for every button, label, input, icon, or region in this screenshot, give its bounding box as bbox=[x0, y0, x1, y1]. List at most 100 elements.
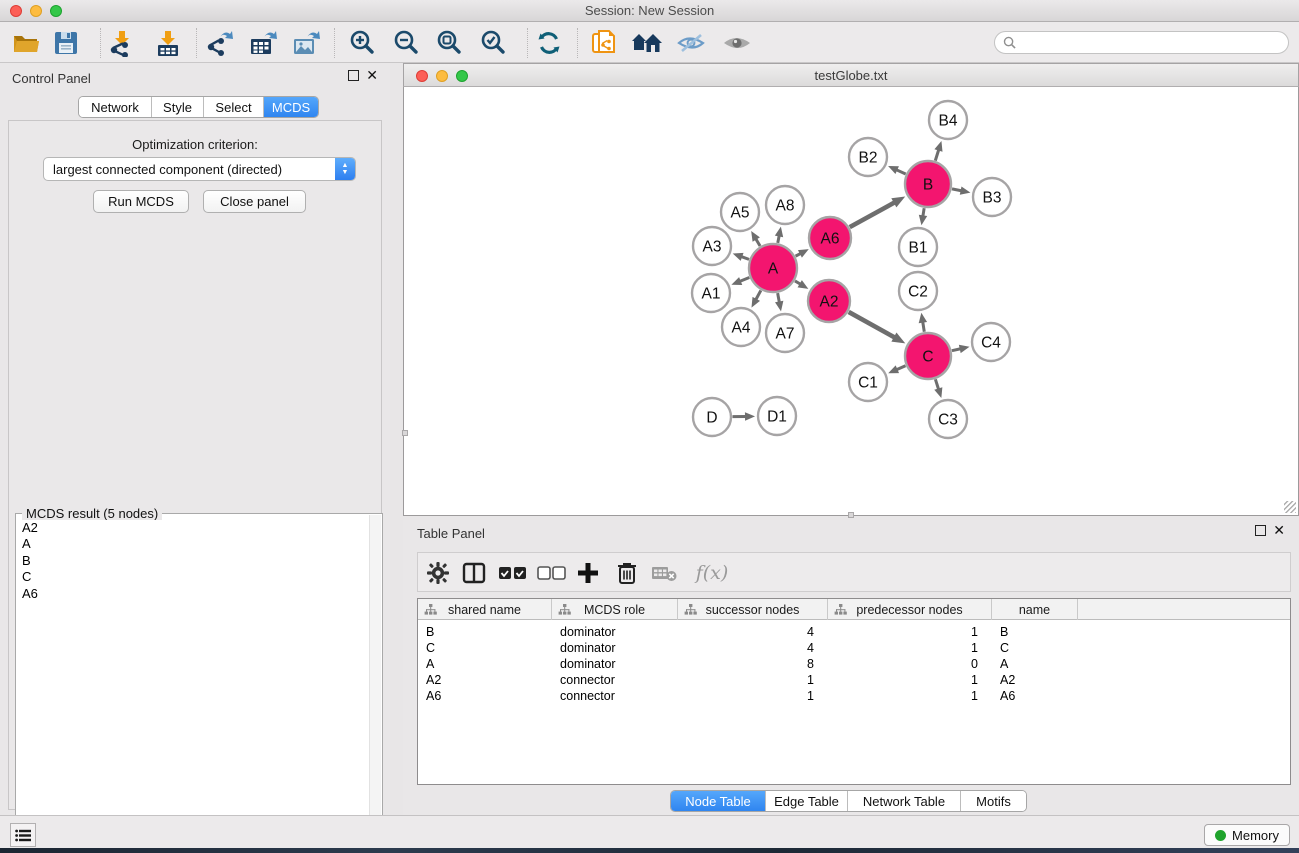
cell-successor-nodes: 8 bbox=[678, 656, 828, 672]
graph-node-A7[interactable]: A7 bbox=[766, 314, 804, 352]
close-panel-icon[interactable]: ✕ bbox=[366, 70, 378, 81]
select-all-icon[interactable] bbox=[497, 558, 529, 588]
delete-table-icon[interactable] bbox=[648, 558, 680, 588]
import-table-icon[interactable] bbox=[152, 28, 184, 58]
run-mcds-button[interactable]: Run MCDS bbox=[93, 190, 189, 213]
tab-network[interactable]: Network bbox=[79, 97, 152, 117]
function-builder-icon[interactable]: f(x) bbox=[690, 558, 734, 588]
graph-node-C3[interactable]: C3 bbox=[929, 400, 967, 438]
export-image-icon[interactable] bbox=[290, 28, 322, 58]
task-history-button[interactable] bbox=[10, 823, 36, 847]
graph-node-A5[interactable]: A5 bbox=[721, 193, 759, 231]
optimization-criterion-label: Optimization criterion: bbox=[9, 137, 381, 152]
tab-style[interactable]: Style bbox=[152, 97, 204, 117]
show-columns-icon[interactable] bbox=[458, 558, 490, 588]
result-item[interactable]: C bbox=[17, 569, 369, 585]
graph-node-A6[interactable]: A6 bbox=[809, 217, 851, 259]
node-table[interactable]: shared name MCDS role successor nodes pr… bbox=[417, 598, 1291, 785]
network-graph[interactable]: A A1 A2 A3 A4 A5 A6 A7 A8 B B1 B2 B3 B4 C C1 C2 C3 C4 D D1 bbox=[404, 87, 1298, 514]
column-header-predecessor-nodes[interactable]: predecessor nodes bbox=[828, 599, 992, 620]
window-edge-handle[interactable] bbox=[402, 430, 408, 436]
tab-node-table[interactable]: Node Table bbox=[671, 791, 766, 811]
toolbar-separator bbox=[196, 28, 197, 58]
zoom-out-icon[interactable] bbox=[390, 28, 422, 58]
add-row-icon[interactable] bbox=[572, 558, 604, 588]
graph-node-A1[interactable]: A1 bbox=[692, 274, 730, 312]
toolbar-separator bbox=[100, 28, 101, 58]
graph-node-D1[interactable]: D1 bbox=[758, 397, 796, 435]
float-panel-icon[interactable] bbox=[1255, 525, 1266, 536]
hide-selected-icon[interactable] bbox=[675, 28, 707, 58]
mcds-result-list[interactable]: A2 A B C A6 bbox=[17, 520, 369, 853]
open-session-icon[interactable] bbox=[10, 28, 42, 58]
graph-node-B2[interactable]: B2 bbox=[849, 138, 887, 176]
column-header-successor-nodes[interactable]: successor nodes bbox=[678, 599, 828, 620]
deselect-all-icon[interactable] bbox=[536, 558, 568, 588]
graph-node-A[interactable]: A bbox=[749, 244, 797, 292]
result-item[interactable]: A6 bbox=[17, 586, 369, 602]
table-row[interactable]: A dominator 8 0 A bbox=[418, 656, 1290, 672]
zoom-fit-icon[interactable] bbox=[433, 28, 465, 58]
clone-network-icon[interactable] bbox=[589, 28, 621, 58]
column-label: predecessor nodes bbox=[856, 603, 962, 617]
graph-node-A8[interactable]: A8 bbox=[766, 186, 804, 224]
import-network-icon[interactable] bbox=[106, 28, 138, 58]
result-item[interactable]: A bbox=[17, 536, 369, 552]
tab-network-table[interactable]: Network Table bbox=[848, 791, 961, 811]
search-input[interactable] bbox=[1021, 36, 1288, 50]
graph-node-B4[interactable]: B4 bbox=[929, 101, 967, 139]
graph-edge-A2-C[interactable] bbox=[849, 312, 896, 338]
network-canvas[interactable]: A A1 A2 A3 A4 A5 A6 A7 A8 B B1 B2 B3 B4 C C1 C2 C3 C4 D D1 bbox=[403, 87, 1299, 516]
graph-node-C4[interactable]: C4 bbox=[972, 323, 1010, 361]
table-row[interactable]: B dominator 4 1 B bbox=[418, 624, 1290, 640]
export-network-icon[interactable] bbox=[204, 28, 236, 58]
table-row[interactable]: A6 connector 1 1 A6 bbox=[418, 688, 1290, 704]
graph-node-A4[interactable]: A4 bbox=[722, 308, 760, 346]
graph-node-A2[interactable]: A2 bbox=[808, 280, 850, 322]
criterion-dropdown[interactable]: largest connected component (directed) ▲… bbox=[43, 157, 356, 181]
zoom-in-icon[interactable] bbox=[346, 28, 378, 58]
zoom-selected-icon[interactable] bbox=[477, 28, 509, 58]
graph-node-B3[interactable]: B3 bbox=[973, 178, 1011, 216]
result-scrollbar[interactable] bbox=[369, 515, 381, 853]
float-panel-icon[interactable] bbox=[348, 70, 359, 81]
home-view-icon[interactable] bbox=[631, 28, 663, 58]
graph-edge-arrowhead bbox=[934, 387, 942, 398]
graph-node-C[interactable]: C bbox=[905, 333, 951, 379]
graph-node-D[interactable]: D bbox=[693, 398, 731, 436]
result-item[interactable]: A2 bbox=[17, 520, 369, 536]
graph-node-C2[interactable]: C2 bbox=[899, 272, 937, 310]
criterion-value: largest connected component (directed) bbox=[44, 162, 335, 177]
refresh-view-icon[interactable] bbox=[533, 28, 565, 58]
save-session-icon[interactable] bbox=[50, 28, 82, 58]
table-row[interactable]: A2 connector 1 1 A2 bbox=[418, 672, 1290, 688]
search-field[interactable] bbox=[994, 31, 1289, 54]
delete-row-icon[interactable] bbox=[611, 558, 643, 588]
tab-edge-table[interactable]: Edge Table bbox=[766, 791, 848, 811]
show-all-icon[interactable] bbox=[720, 28, 752, 58]
column-header-shared-name[interactable]: shared name bbox=[418, 599, 552, 620]
column-header-mcds-role[interactable]: MCDS role bbox=[552, 599, 678, 620]
close-panel-button[interactable]: Close panel bbox=[203, 190, 306, 213]
close-panel-icon[interactable]: ✕ bbox=[1273, 525, 1285, 536]
network-window-titlebar[interactable]: testGlobe.txt bbox=[403, 63, 1299, 87]
cell-name: A2 bbox=[992, 672, 1078, 688]
graph-node-B1[interactable]: B1 bbox=[899, 228, 937, 266]
graph-edge-A6-B[interactable] bbox=[850, 202, 896, 227]
resize-grip-icon[interactable] bbox=[1284, 501, 1296, 513]
column-header-name[interactable]: name bbox=[992, 599, 1078, 620]
table-row[interactable]: C dominator 4 1 C bbox=[418, 640, 1290, 656]
export-table-icon[interactable] bbox=[247, 28, 279, 58]
tab-select[interactable]: Select bbox=[204, 97, 264, 117]
table-settings-icon[interactable] bbox=[422, 558, 454, 588]
svg-text:C1: C1 bbox=[858, 375, 878, 392]
window-edge-handle[interactable] bbox=[848, 512, 854, 518]
tab-motifs[interactable]: Motifs bbox=[961, 791, 1026, 811]
graph-node-C1[interactable]: C1 bbox=[849, 363, 887, 401]
memory-button[interactable]: Memory bbox=[1204, 824, 1290, 846]
tab-mcds[interactable]: MCDS bbox=[264, 97, 318, 117]
graph-node-B[interactable]: B bbox=[905, 161, 951, 207]
result-item[interactable]: B bbox=[17, 553, 369, 569]
graph-node-A3[interactable]: A3 bbox=[693, 227, 731, 265]
table-header-row: shared name MCDS role successor nodes pr… bbox=[418, 599, 1290, 620]
